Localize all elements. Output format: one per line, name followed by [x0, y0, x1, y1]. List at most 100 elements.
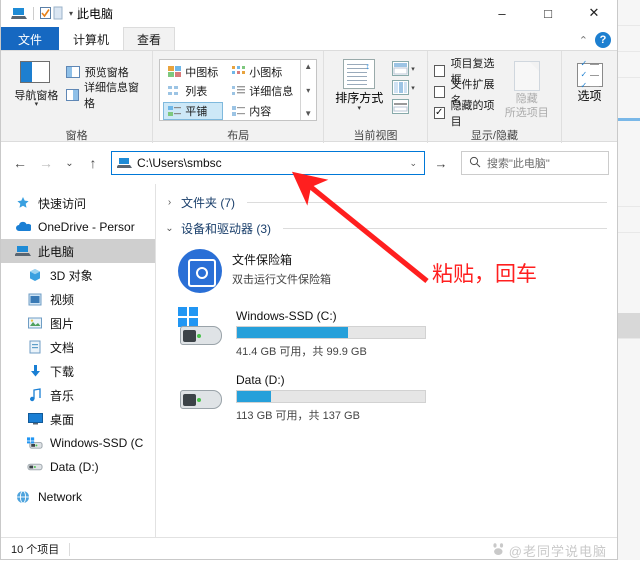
add-columns-icon: [392, 80, 410, 95]
view-details[interactable]: 详细信息: [227, 82, 298, 100]
items-view[interactable]: › 文件夹 (7) ⌄ 设备和驱动器 (3) 文件保险箱 双击运行文件保险箱 W…: [156, 184, 617, 537]
view-medium-icons[interactable]: 中图标: [163, 63, 223, 81]
ribbon-tabs: 文件 计算机 查看 ⌃ ?: [1, 26, 617, 50]
gallery-scroll-up-icon[interactable]: ▲: [304, 62, 312, 71]
sidebar-item-videos[interactable]: 视频: [1, 287, 155, 311]
list-item-drive-d[interactable]: Data (D:) 113 GB 可用，共 137 GB: [164, 363, 617, 427]
item-checkboxes-checkbox[interactable]: [433, 64, 445, 77]
gallery-scrollbar[interactable]: ▲ ▾ ▼: [300, 60, 315, 120]
gallery-scroll-down-icon[interactable]: ▾: [306, 86, 310, 95]
drive-c-name: Windows-SSD (C:): [236, 309, 337, 323]
search-input[interactable]: 搜索"此电脑": [461, 151, 609, 175]
collapse-ribbon-icon[interactable]: ⌃: [579, 34, 588, 47]
maximize-button[interactable]: □: [525, 0, 571, 26]
tab-file[interactable]: 文件: [1, 27, 60, 50]
section-devices[interactable]: ⌄ 设备和驱动器 (3): [164, 218, 617, 238]
view-medium-icons-label: 中图标: [185, 67, 219, 79]
sidebar-item-documents[interactable]: 文档: [1, 335, 155, 359]
size-columns-button[interactable]: [392, 99, 415, 114]
navigation-pane-button[interactable]: 导航窗格 ▾: [7, 57, 66, 108]
forward-button[interactable]: →: [35, 151, 57, 175]
drive-d-capacity: 113 GB 可用，共 137 GB: [236, 410, 360, 422]
file-safe-name: 文件保险箱: [232, 253, 293, 267]
list-item-file-safe[interactable]: 文件保险箱 双击运行文件保险箱: [164, 240, 617, 297]
customize-qat-caret[interactable]: ▾: [69, 9, 73, 18]
gallery-more-icon[interactable]: ▼: [304, 109, 312, 118]
address-input[interactable]: C:\Users\smbsc ⌄: [111, 151, 425, 175]
item-count: 10 个项目: [11, 544, 60, 556]
file-extensions-checkbox[interactable]: [433, 85, 445, 98]
sidebar-item-downloads[interactable]: 下载: [1, 359, 155, 383]
help-button[interactable]: ?: [595, 32, 611, 48]
properties-icon[interactable]: [39, 6, 52, 20]
sidebar-item-onedrive[interactable]: OneDrive - Persor: [1, 215, 155, 239]
address-dropdown-icon[interactable]: ⌄: [409, 158, 419, 169]
close-button[interactable]: ✕: [571, 0, 617, 26]
explorer-icon[interactable]: [11, 7, 28, 20]
ribbon-group-options-label: [568, 127, 611, 143]
add-columns-button[interactable]: ▾: [392, 80, 415, 95]
drive-c-usage-bar: [236, 326, 426, 339]
ribbon-group-layout: 中图标 小图标 列表 详细信息 平铺 内容 ▲ ▾ ▼ 布局: [152, 51, 323, 143]
drive-c-capacity: 41.4 GB 可用，共 99.9 GB: [236, 346, 367, 358]
sort-by-button[interactable]: ↕ 排序方式 ▾: [330, 57, 388, 112]
this-pc-icon: [116, 157, 132, 170]
back-button[interactable]: ←: [9, 151, 31, 175]
title-bar: ▾ 此电脑 – □ ✕: [1, 0, 617, 26]
sidebar-item-pictures[interactable]: 图片: [1, 311, 155, 335]
onedrive-icon: [15, 219, 31, 235]
sidebar-item-music[interactable]: 音乐: [1, 383, 155, 407]
options-button[interactable]: ✓ ✓ ✓ 选项: [568, 57, 611, 104]
preview-pane-label: 预览窗格: [84, 67, 129, 79]
sort-by-caret-icon[interactable]: ▾: [357, 105, 361, 112]
group-by-icon: [392, 61, 410, 76]
sidebar-item-network[interactable]: Network: [1, 485, 155, 509]
view-content[interactable]: 内容: [227, 102, 298, 120]
sidebar-item-3d-objects[interactable]: 3D 对象: [1, 263, 155, 287]
file-safe-icon: [178, 249, 222, 293]
3d-objects-icon: [27, 267, 43, 283]
folders-chevron-icon[interactable]: ›: [164, 197, 175, 208]
recent-locations-button[interactable]: ⌄: [61, 151, 78, 175]
ribbon: 导航窗格 ▾ 预览窗格 详细信息窗格 窗格 中图标 小图标 列表 详细信息 平铺…: [1, 50, 617, 143]
add-columns-caret-icon[interactable]: ▾: [411, 84, 415, 92]
address-path-text[interactable]: C:\Users\smbsc: [137, 156, 404, 170]
sidebar-item-os-drive[interactable]: Windows-SSD (C: [1, 431, 155, 455]
group-by-button[interactable]: ▾: [392, 61, 415, 76]
hidden-items-checkbox[interactable]: ✓: [433, 106, 445, 119]
network-icon: [15, 489, 31, 505]
sidebar-label-quick-access: 快速访问: [38, 196, 87, 211]
navigation-pane[interactable]: 快速访问 OneDrive - Persor 此电脑 3D 对象 视频 图片 文…: [1, 184, 156, 537]
nav-pane-caret-icon[interactable]: ▾: [35, 101, 39, 108]
sidebar-label-pictures: 图片: [50, 316, 75, 331]
file-safe-subtitle: 双击运行文件保险箱: [232, 274, 331, 286]
ribbon-group-options: ✓ ✓ ✓ 选项: [561, 51, 617, 143]
new-folder-icon[interactable]: [52, 6, 64, 20]
details-pane-button[interactable]: 详细信息窗格: [65, 82, 147, 110]
devices-chevron-icon[interactable]: ⌄: [164, 223, 175, 234]
view-tiles[interactable]: 平铺: [163, 101, 224, 120]
music-icon: [27, 387, 43, 403]
hide-selected-items-button[interactable]: 隐藏 所选项目: [498, 57, 555, 119]
view-details-label: 详细信息: [249, 86, 294, 99]
sidebar-item-data-drive[interactable]: Data (D:): [1, 455, 155, 479]
tab-view[interactable]: 查看: [123, 27, 176, 50]
go-button[interactable]: →: [429, 151, 453, 175]
section-folders[interactable]: › 文件夹 (7): [164, 192, 617, 212]
sidebar-item-desktop[interactable]: 桌面: [1, 407, 155, 431]
quick-access-toolbar[interactable]: ▾: [11, 4, 84, 22]
ribbon-group-current-view: ↕ 排序方式 ▾ ▾ ▾ 当前视图: [323, 51, 427, 143]
sidebar-item-quick-access[interactable]: 快速访问: [1, 191, 155, 215]
drive-icon: [27, 459, 43, 475]
tab-computer[interactable]: 计算机: [59, 27, 123, 50]
hidden-items-option[interactable]: ✓ 隐藏的项目: [433, 100, 499, 128]
list-item-drive-c[interactable]: Windows-SSD (C:) 41.4 GB 可用，共 99.9 GB: [164, 297, 617, 363]
view-list[interactable]: 列表: [163, 82, 223, 100]
view-small-icons[interactable]: 小图标: [227, 63, 298, 81]
hide-selected-line1: 隐藏: [515, 93, 538, 105]
group-by-caret-icon[interactable]: ▾: [411, 65, 415, 73]
minimize-button[interactable]: –: [479, 0, 525, 26]
up-button[interactable]: ↑: [82, 151, 104, 175]
layout-gallery[interactable]: 中图标 小图标 列表 详细信息 平铺 内容 ▲ ▾ ▼: [159, 59, 318, 121]
sidebar-item-this-pc[interactable]: 此电脑: [1, 239, 155, 263]
